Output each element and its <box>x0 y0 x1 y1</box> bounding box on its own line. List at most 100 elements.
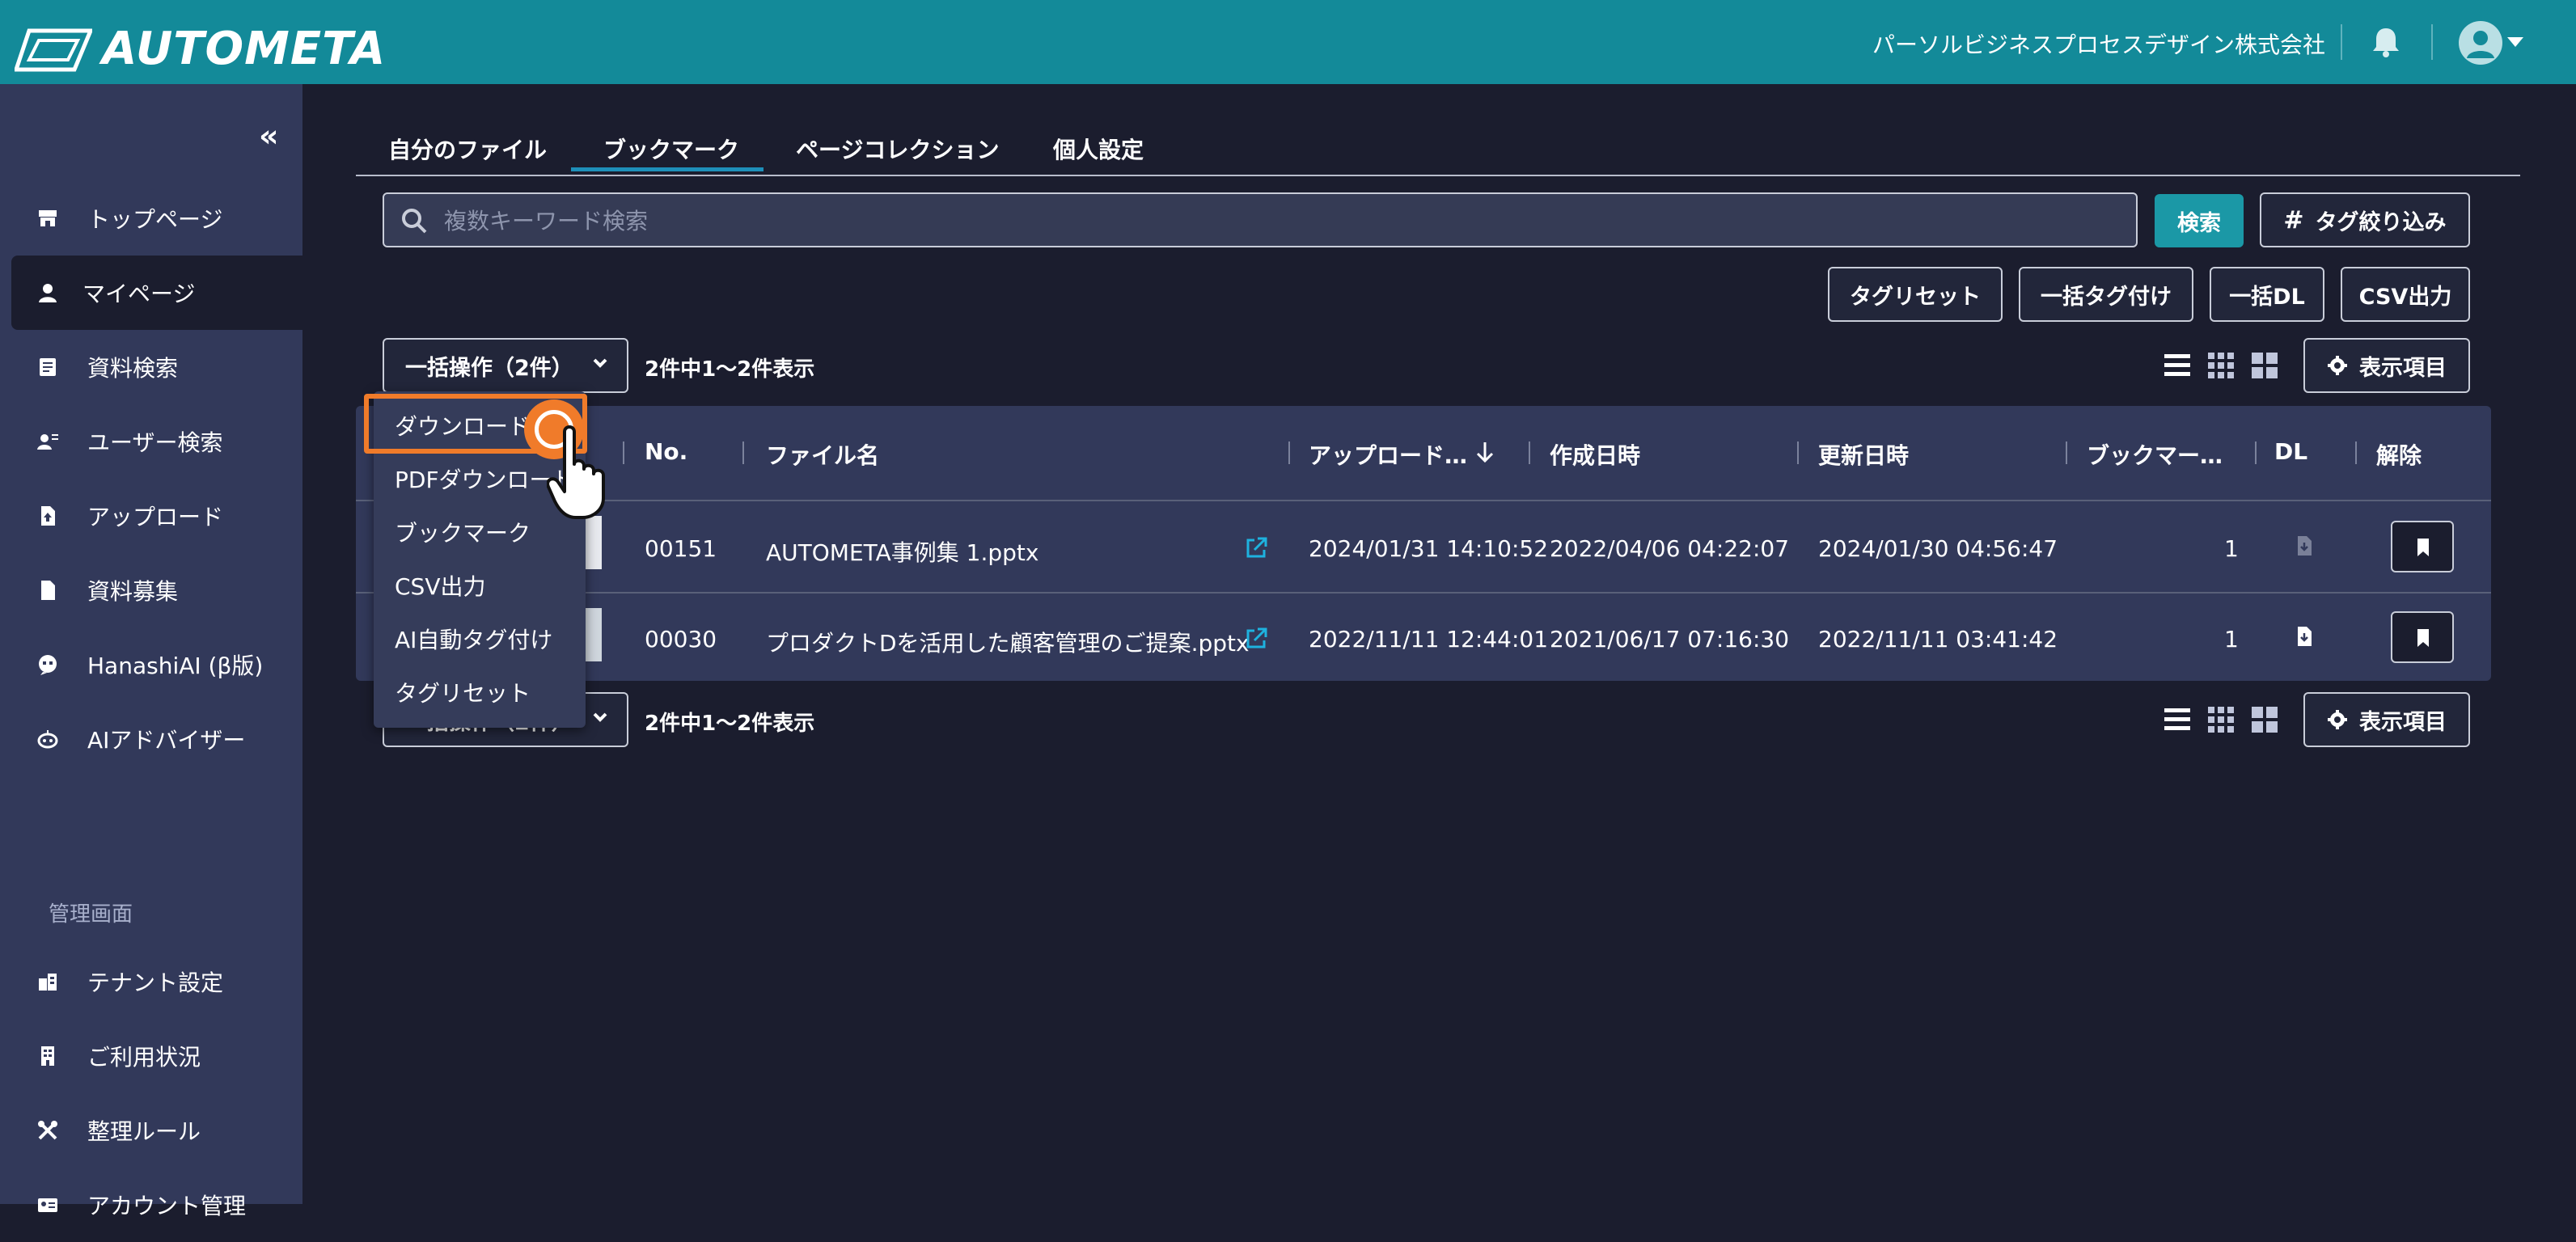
tag-filter-button[interactable]: # タグ絞り込み <box>2260 192 2470 247</box>
column-header-no[interactable]: No. <box>645 438 687 465</box>
autometa-logo-icon <box>15 28 92 72</box>
menu-item-csv-export[interactable]: CSV出力 <box>395 569 485 602</box>
sidebar-item-upload[interactable]: アップロード <box>0 479 302 553</box>
file-thumbnail[interactable] <box>584 516 602 569</box>
csv-export-button[interactable]: CSV出力 <box>2341 267 2470 322</box>
active-tab-indicator <box>571 167 763 171</box>
cell-no: 00151 <box>645 535 717 562</box>
sidebar-item-label: アップロード <box>87 504 224 530</box>
menu-item-bookmark[interactable]: ブックマーク <box>395 516 531 548</box>
bulk-tag-button[interactable]: 一括タグ付け <box>2019 267 2193 322</box>
cell-bookmark-count: 1 <box>2224 535 2239 562</box>
sidebar-item-label: マイページ <box>82 281 196 307</box>
grid-small-view-icon[interactable] <box>2206 705 2235 734</box>
display-items-button-bottom[interactable]: 表示項目 <box>2303 692 2470 747</box>
gear-icon <box>2328 356 2347 375</box>
grid-small-view-icon[interactable] <box>2206 351 2235 380</box>
grid-large-view-icon[interactable] <box>2250 705 2279 734</box>
column-separator <box>2255 441 2257 464</box>
tab-my-files[interactable]: 自分のファイル <box>388 133 547 165</box>
menu-item-ai-auto-tag[interactable]: AI自動タグ付け <box>395 623 552 655</box>
office-icon <box>36 1044 60 1068</box>
cell-bookmark-count: 1 <box>2224 626 2239 653</box>
download-file-disabled-icon <box>2298 536 2312 556</box>
building-icon <box>36 970 60 994</box>
sidebar-item-label: AIアドバイザー <box>87 727 246 754</box>
sidebar-item-top-page[interactable]: トップページ <box>0 181 302 256</box>
tab-personal-settings[interactable]: 個人設定 <box>1053 133 1144 165</box>
account-menu-caret-icon[interactable] <box>2507 37 2523 47</box>
sidebar-item-document-search[interactable]: 資料検索 <box>0 330 302 404</box>
tab-page-collection[interactable]: ページコレクション <box>796 133 999 165</box>
cell-updated: 2024/01/30 04:56:47 <box>1818 535 2058 562</box>
sidebar-item-label: トップページ <box>87 206 223 233</box>
unbookmark-button[interactable] <box>2391 611 2454 663</box>
sidebar-item-usage[interactable]: ご利用状況 <box>0 1019 302 1093</box>
search-input[interactable] <box>442 194 2112 247</box>
sidebar-item-hanashiai[interactable]: HanashiAI (β版) <box>0 627 302 702</box>
display-items-button[interactable]: 表示項目 <box>2303 338 2470 393</box>
hashtag-icon: # <box>2283 205 2304 234</box>
bulk-operation-label: 一括操作（2件） <box>405 355 573 381</box>
user-search-icon <box>36 429 60 454</box>
row-divider <box>356 592 2491 594</box>
tag-reset-button[interactable]: タグリセット <box>1828 267 2003 322</box>
cell-file-name[interactable]: プロダクトDを活用した顧客管理のご提案.pptx <box>766 626 1250 658</box>
collapse-sidebar-icon[interactable]: « <box>259 118 279 154</box>
bulk-operation-dropdown[interactable]: 一括操作（2件） <box>383 338 628 393</box>
header-divider <box>2431 24 2433 60</box>
sort-descending-icon[interactable] <box>1475 440 1495 464</box>
top-bar: AUTOMETA パーソルビジネスプロセスデザイン株式会社 <box>0 0 2576 84</box>
download-file-icon[interactable] <box>2295 626 2313 647</box>
search-button[interactable]: 検索 <box>2155 194 2244 247</box>
cell-file-name[interactable]: AUTOMETA事例集 1.pptx <box>766 535 1038 568</box>
column-header-uploaded[interactable]: アップロード… <box>1309 438 1467 471</box>
cell-created: 2021/06/17 07:16:30 <box>1550 626 1790 653</box>
sidebar-item-label: ユーザー検索 <box>87 429 223 456</box>
menu-item-tag-reset[interactable]: タグリセット <box>395 676 531 708</box>
sidebar-item-ai-advisor[interactable]: AIアドバイザー <box>0 702 302 776</box>
sidebar-item-user-search[interactable]: ユーザー検索 <box>0 404 302 479</box>
robot-icon <box>36 727 60 751</box>
user-icon <box>36 281 60 305</box>
sidebar-item-account-management[interactable]: アカウント管理 <box>0 1168 302 1242</box>
bell-icon[interactable] <box>2368 24 2404 60</box>
display-items-label: 表示項目 <box>2359 709 2447 735</box>
external-link-icon[interactable] <box>1245 535 1269 560</box>
column-header-file-name[interactable]: ファイル名 <box>766 438 879 471</box>
file-thumbnail[interactable] <box>584 608 602 661</box>
sidebar-item-my-page[interactable]: マイページ <box>11 256 302 330</box>
sidebar-item-document-request[interactable]: 資料募集 <box>0 553 302 627</box>
app-logo[interactable]: AUTOMETA <box>15 22 387 75</box>
avatar[interactable] <box>2459 21 2502 65</box>
sidebar-item-tenant-settings[interactable]: テナント設定 <box>0 944 302 1019</box>
column-separator <box>1529 441 1530 464</box>
cell-uploaded: 2022/11/11 12:44:01 <box>1309 626 1549 653</box>
unbookmark-button[interactable] <box>2391 521 2454 572</box>
cell-uploaded: 2024/01/31 14:10:52 <box>1309 535 1549 562</box>
column-header-bookmarks[interactable]: ブックマー… <box>2087 438 2223 471</box>
column-header-updated[interactable]: 更新日時 <box>1818 438 1909 471</box>
tab-bookmarks[interactable]: ブックマーク <box>603 133 739 165</box>
list-view-icon[interactable] <box>2163 351 2192 380</box>
sidebar-item-label: 資料募集 <box>87 578 179 605</box>
admin-section-label: 管理画面 <box>49 902 133 927</box>
id-card-icon <box>36 1193 60 1217</box>
sidebar-item-label: HanashiAI (β版) <box>87 653 264 679</box>
column-header-unbookmark[interactable]: 解除 <box>2376 438 2422 471</box>
column-separator <box>1797 441 1799 464</box>
sidebar-item-label: 整理ルール <box>87 1118 201 1145</box>
list-view-icon[interactable] <box>2163 705 2192 734</box>
file-upload-icon <box>36 504 60 528</box>
cell-created: 2022/04/06 04:22:07 <box>1550 535 1790 562</box>
app-name: AUTOMETA <box>102 22 387 75</box>
column-header-created[interactable]: 作成日時 <box>1550 438 1640 471</box>
sidebar-item-organize-rules[interactable]: 整理ルール <box>0 1093 302 1168</box>
column-separator <box>2355 441 2357 464</box>
bulk-download-button[interactable]: 一括DL <box>2210 267 2324 322</box>
grid-large-view-icon[interactable] <box>2250 351 2279 380</box>
column-header-dl[interactable]: DL <box>2274 438 2307 465</box>
external-link-icon[interactable] <box>1245 626 1269 650</box>
company-name: パーソルビジネスプロセスデザイン株式会社 <box>1872 32 2325 58</box>
column-separator <box>742 441 744 464</box>
